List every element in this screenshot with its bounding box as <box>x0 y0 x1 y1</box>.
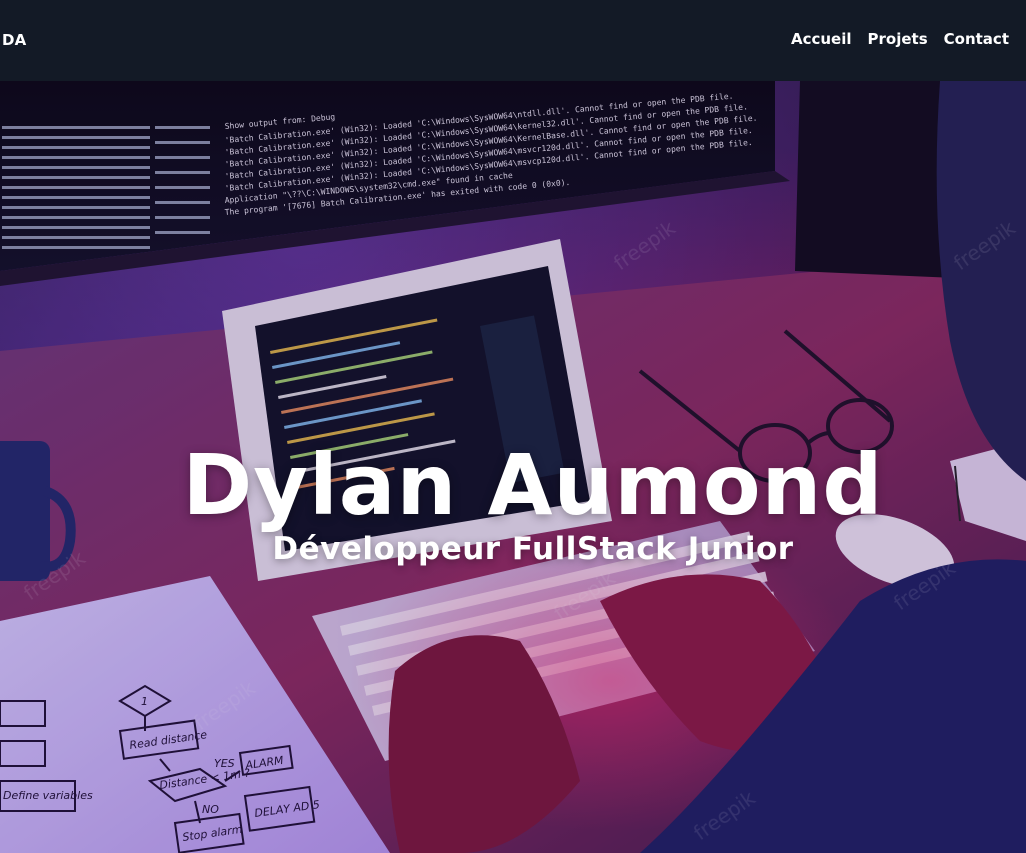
hero-subtitle: Développeur FullStack Junior <box>272 531 794 567</box>
nav-link-accueil[interactable]: Accueil <box>791 30 852 48</box>
nav-link-projets[interactable]: Projets <box>868 30 928 48</box>
navbar: DA Accueil Projets Contact <box>0 0 1026 81</box>
brand-logo[interactable]: DA <box>2 31 26 49</box>
page: DA Accueil Projets Contact Show output f… <box>0 0 1026 853</box>
hero-title: Dylan Aumond <box>182 436 884 534</box>
nav-link-contact[interactable]: Contact <box>944 30 1009 48</box>
nav-links: Accueil Projets Contact <box>791 30 1009 48</box>
hero-section: Show output from: Debug 'Batch Calibrati… <box>0 81 1026 853</box>
